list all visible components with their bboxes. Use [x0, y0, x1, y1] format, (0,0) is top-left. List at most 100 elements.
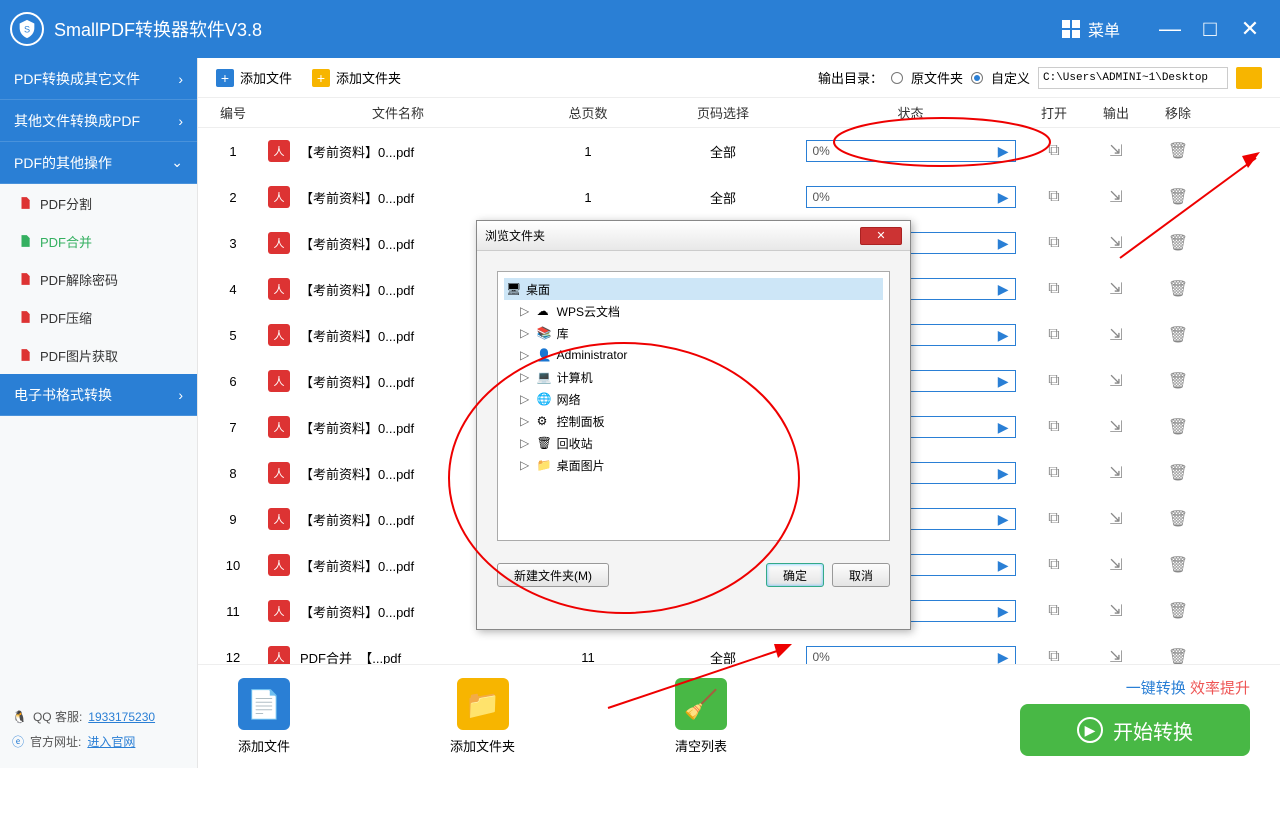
output-button[interactable]: ⇲ [1085, 187, 1147, 207]
open-button[interactable]: ⧉ [1023, 234, 1085, 252]
radio-custom-folder[interactable] [971, 72, 983, 84]
remove-button[interactable]: 🗑 [1147, 417, 1209, 437]
qq-link[interactable]: 1933175230 [88, 710, 155, 724]
remove-button[interactable]: 🗑 [1147, 463, 1209, 483]
output-button[interactable]: ⇲ [1085, 279, 1147, 299]
output-button[interactable]: ⇲ [1085, 233, 1147, 253]
remove-button[interactable]: 🗑 [1147, 279, 1209, 299]
play-icon[interactable]: ▶ [998, 281, 1009, 298]
output-button[interactable]: ⇲ [1085, 601, 1147, 621]
tree-item[interactable]: ▷☁WPS云文档 [504, 300, 883, 322]
close-button[interactable]: ✕ [1230, 16, 1270, 42]
add-file-button[interactable]: +添加文件 [216, 68, 292, 87]
play-icon[interactable]: ▶ [998, 189, 1009, 206]
open-button[interactable]: ⧉ [1023, 556, 1085, 574]
add-folder-big-button[interactable]: 📁 添加文件夹 [450, 678, 515, 755]
nav-group-other-to-pdf[interactable]: 其他文件转换成PDF› [0, 100, 197, 142]
browse-folder-button[interactable] [1236, 67, 1262, 89]
nav-item-pdf-merge[interactable]: PDF合并 [0, 222, 197, 260]
play-icon[interactable]: ▶ [998, 511, 1009, 528]
output-button[interactable]: ⇲ [1085, 509, 1147, 529]
remove-button[interactable]: 🗑 [1147, 141, 1209, 161]
menu-button[interactable]: 菜单 [1062, 17, 1120, 41]
output-button[interactable]: ⇲ [1085, 647, 1147, 664]
nav-group-pdf-to-other[interactable]: PDF转换成其它文件› [0, 58, 197, 100]
nav-group-pdf-ops[interactable]: PDF的其他操作⌄ [0, 142, 197, 184]
expand-icon[interactable]: ▷ [517, 436, 533, 450]
start-convert-button[interactable]: ▶ 开始转换 [1020, 704, 1250, 756]
maximize-button[interactable]: □ [1190, 16, 1230, 42]
open-button[interactable]: ⧉ [1023, 648, 1085, 664]
remove-button[interactable]: 🗑 [1147, 187, 1209, 207]
output-path-input[interactable] [1038, 67, 1228, 89]
output-button[interactable]: ⇲ [1085, 417, 1147, 437]
dialog-title-bar[interactable]: 浏览文件夹 ✕ [477, 221, 910, 251]
radio-source-folder[interactable] [891, 72, 903, 84]
minimize-button[interactable]: — [1150, 16, 1190, 42]
play-icon[interactable]: ▶ [998, 373, 1009, 390]
site-link[interactable]: 进入官网 [87, 733, 135, 750]
tree-item[interactable]: ▷💻计算机 [504, 366, 883, 388]
ok-button[interactable]: 确定 [766, 563, 824, 587]
cancel-button[interactable]: 取消 [832, 563, 890, 587]
expand-icon[interactable]: ▷ [517, 414, 533, 428]
dialog-close-button[interactable]: ✕ [860, 227, 902, 245]
table-row[interactable]: 1人【考前资料】0...pdf1全部0%▶⧉⇲🗑 [198, 128, 1280, 174]
play-icon[interactable]: ▶ [998, 465, 1009, 482]
page-selection[interactable]: 全部 [648, 188, 798, 207]
remove-button[interactable]: 🗑 [1147, 601, 1209, 621]
tree-item[interactable]: 🖥桌面 [504, 278, 883, 300]
open-button[interactable]: ⧉ [1023, 372, 1085, 390]
output-button[interactable]: ⇲ [1085, 325, 1147, 345]
expand-icon[interactable]: ▷ [517, 348, 533, 362]
nav-item-pdf-extract-images[interactable]: PDF图片获取 [0, 336, 197, 374]
tree-item[interactable]: ▷📁桌面图片 [504, 454, 883, 476]
nav-item-pdf-compress[interactable]: PDF压缩 [0, 298, 197, 336]
open-button[interactable]: ⧉ [1023, 464, 1085, 482]
table-row[interactable]: 12人PDF合并_【...pdf11全部0%▶⧉⇲🗑 [198, 634, 1280, 664]
play-icon[interactable]: ▶ [998, 235, 1009, 252]
play-icon[interactable]: ▶ [998, 327, 1009, 344]
output-button[interactable]: ⇲ [1085, 555, 1147, 575]
remove-button[interactable]: 🗑 [1147, 509, 1209, 529]
nav-item-pdf-split[interactable]: PDF分割 [0, 184, 197, 222]
output-button[interactable]: ⇲ [1085, 371, 1147, 391]
output-button[interactable]: ⇲ [1085, 141, 1147, 161]
open-button[interactable]: ⧉ [1023, 142, 1085, 160]
output-button[interactable]: ⇲ [1085, 463, 1147, 483]
nav-group-ebook[interactable]: 电子书格式转换› [0, 374, 197, 416]
nav-item-pdf-unlock[interactable]: PDF解除密码 [0, 260, 197, 298]
open-button[interactable]: ⧉ [1023, 280, 1085, 298]
tree-item[interactable]: ▷🗑回收站 [504, 432, 883, 454]
play-icon[interactable]: ▶ [998, 557, 1009, 574]
open-button[interactable]: ⧉ [1023, 188, 1085, 206]
remove-button[interactable]: 🗑 [1147, 325, 1209, 345]
play-icon[interactable]: ▶ [998, 419, 1009, 436]
remove-button[interactable]: 🗑 [1147, 233, 1209, 253]
remove-button[interactable]: 🗑 [1147, 647, 1209, 664]
add-file-big-button[interactable]: 📄 添加文件 [238, 678, 290, 755]
play-icon[interactable]: ▶ [998, 143, 1009, 160]
page-selection[interactable]: 全部 [648, 648, 798, 665]
play-icon[interactable]: ▶ [998, 649, 1009, 665]
table-row[interactable]: 2人【考前资料】0...pdf1全部0%▶⧉⇲🗑 [198, 174, 1280, 220]
add-folder-button[interactable]: +添加文件夹 [312, 68, 401, 87]
expand-icon[interactable]: ▷ [517, 304, 533, 318]
tree-item[interactable]: ▷⚙控制面板 [504, 410, 883, 432]
expand-icon[interactable]: ▷ [517, 458, 533, 472]
tree-item[interactable]: ▷📚库 [504, 322, 883, 344]
clear-list-button[interactable]: 🧹 清空列表 [675, 678, 727, 755]
remove-button[interactable]: 🗑 [1147, 555, 1209, 575]
expand-icon[interactable]: ▷ [517, 326, 533, 340]
folder-tree[interactable]: 🖥桌面 ▷☁WPS云文档 ▷📚库 ▷👤Administrator ▷💻计算机 ▷… [497, 271, 890, 541]
page-selection[interactable]: 全部 [648, 142, 798, 161]
open-button[interactable]: ⧉ [1023, 602, 1085, 620]
remove-button[interactable]: 🗑 [1147, 371, 1209, 391]
open-button[interactable]: ⧉ [1023, 418, 1085, 436]
play-icon[interactable]: ▶ [998, 603, 1009, 620]
open-button[interactable]: ⧉ [1023, 510, 1085, 528]
tree-item[interactable]: ▷👤Administrator [504, 344, 883, 366]
expand-icon[interactable]: ▷ [517, 370, 533, 384]
open-button[interactable]: ⧉ [1023, 326, 1085, 344]
new-folder-button[interactable]: 新建文件夹(M) [497, 563, 609, 587]
